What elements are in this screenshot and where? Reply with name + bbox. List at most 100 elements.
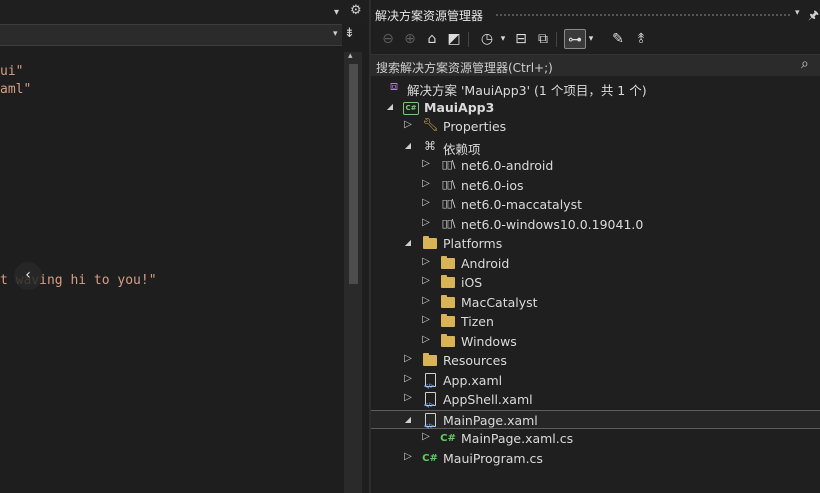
tree-item[interactable]: ▷ MacCatalyst (371, 293, 820, 313)
collapsed-chevron-icon[interactable]: ▷ (421, 197, 431, 208)
show-all-dropdown-icon[interactable]: ▾ (586, 29, 596, 49)
tree-item-label: Android (461, 255, 510, 271)
show-all-files-icon[interactable]: ⊶ (564, 29, 586, 49)
collapsed-chevron-icon[interactable]: ▷ (421, 217, 431, 228)
collapsed-chevron-icon[interactable]: ▷ (403, 353, 413, 364)
search-icon[interactable]: ⌕ (801, 56, 809, 72)
tree-item-label: AppShell.xaml (443, 392, 533, 407)
collapse-arrow-icon[interactable]: ‹ (14, 262, 42, 290)
code-line[interactable]: ui" (0, 64, 23, 79)
collapsed-chevron-icon[interactable]: ▷ (403, 392, 413, 403)
tree-item[interactable]: ▷ AppShell.xaml (371, 390, 820, 414)
tree-item-label: 依赖项 (443, 141, 481, 157)
window-position-dropdown-icon[interactable]: ▾ (795, 8, 800, 18)
csharp-file-icon: C# (422, 452, 438, 464)
tree-item[interactable]: ◢ MainPage.xaml (371, 409, 820, 435)
collapsed-chevron-icon[interactable]: ▷ (421, 275, 431, 286)
tree-item[interactable]: ▷ Resources (371, 351, 820, 371)
collapsed-chevron-icon[interactable]: ▷ (421, 256, 431, 267)
tree-item[interactable]: ▷ C# MainPage.xaml.cs (371, 429, 820, 449)
tree-item-label: MauiApp3 (424, 99, 495, 115)
collapsed-chevron-icon[interactable]: ▷ (403, 451, 413, 462)
preview-icon[interactable]: ⥉ (631, 29, 651, 49)
home-icon[interactable]: ⌂ (423, 29, 441, 49)
xaml-file-icon (422, 372, 438, 395)
expanded-chevron-icon[interactable]: ◢ (403, 141, 413, 150)
tree-item-label: net6.0-maccatalyst (461, 197, 582, 212)
tree-item-label: App.xaml (443, 372, 503, 388)
tree-item[interactable]: ⧈ 解决方案 'MauiApp3' (1 个项目，共 1 个) (371, 78, 820, 98)
csharp-project-icon: C# (403, 99, 419, 115)
history-icon[interactable]: ◷ (478, 29, 496, 49)
folder-icon (440, 294, 456, 310)
tree-item-label: MainPage.xaml.cs (461, 431, 574, 446)
history-dropdown-icon[interactable]: ▾ (498, 29, 508, 49)
navigation-bar-dropdown[interactable]: ▾ (0, 24, 342, 46)
tree-item-label: Properties (443, 119, 507, 134)
folder-icon (440, 333, 456, 349)
tree-item[interactable]: ▷ C# MauiProgram.cs (371, 449, 820, 469)
tree-item-label: MacCatalyst (461, 294, 538, 310)
tree-item-label: MainPage.xaml (443, 412, 538, 428)
tree-item[interactable]: ▷ ▯▯\ net6.0-windows10.0.19041.0 (371, 215, 820, 235)
tree-item[interactable]: ▷ iOS (371, 273, 820, 293)
expanded-chevron-icon[interactable]: ◢ (385, 102, 395, 111)
back-icon[interactable]: ⊖ (379, 29, 397, 49)
properties-wrench-icon[interactable]: ✎ (609, 29, 627, 49)
tree-item[interactable]: ◢ C# MauiApp3 (371, 98, 820, 118)
tree-item[interactable]: ▷ 🔧︎ Properties (371, 117, 820, 137)
tree-item-label: net6.0-windows10.0.19041.0 (461, 216, 644, 232)
search-input[interactable]: 搜索解决方案资源管理器(Ctrl+;) ⌕ (371, 54, 820, 76)
expanded-chevron-icon[interactable]: ◢ (403, 415, 413, 424)
framework-library-icon: ▯▯\ (441, 177, 456, 191)
properties-icon: 🔧︎ (422, 118, 439, 133)
tree-item[interactable]: ▷ Tizen (371, 312, 820, 332)
tree-item[interactable]: ▷ ▯▯\ net6.0-ios (371, 176, 820, 196)
tree-item[interactable]: ◢ Platforms (371, 234, 820, 254)
tree-item-label: Platforms (443, 236, 503, 251)
scroll-up-icon[interactable]: ▴ (348, 51, 353, 61)
tab-list-dropdown-icon[interactable]: ▾ (334, 7, 339, 18)
tree-item[interactable]: ▷ ▯▯\ net6.0-maccatalyst (371, 195, 820, 215)
folder-icon (440, 274, 456, 290)
dependencies-icon: ⌘ (424, 138, 436, 153)
tree-item-label: net6.0-ios (461, 177, 524, 193)
toolbar-separator (468, 32, 469, 47)
expanded-chevron-icon[interactable]: ◢ (403, 238, 413, 247)
collapsed-chevron-icon[interactable]: ▷ (421, 431, 431, 442)
tree-item-label: Resources (443, 353, 507, 368)
chevron-down-icon[interactable]: ▾ (333, 29, 338, 39)
split-editor-icon[interactable]: ⇟ (344, 26, 355, 41)
collapsed-chevron-icon[interactable]: ▷ (421, 334, 431, 345)
editor-tab-strip: ▾ ⚙ (0, 0, 370, 24)
tree-item[interactable]: ◢ ⌘ 依赖项 (371, 137, 820, 157)
forward-icon[interactable]: ⊕ (401, 29, 419, 49)
collapsed-chevron-icon[interactable]: ▷ (421, 314, 431, 325)
code-editor-pane[interactable]: ▾ ⚙ ▾ ⇟ ui" aml" t waving hi to you!" ‹ … (0, 0, 370, 493)
collapsed-chevron-icon[interactable]: ▷ (403, 373, 413, 384)
tree-item[interactable]: ▷ Windows (371, 332, 820, 352)
gear-icon[interactable]: ⚙ (350, 3, 362, 18)
solution-icon: ⧈ (389, 79, 399, 94)
code-line[interactable]: aml" (0, 82, 31, 97)
collapse-all-icon[interactable]: ⊟ (512, 29, 530, 49)
collapsed-chevron-icon[interactable]: ▷ (421, 178, 431, 189)
copy-pages-icon[interactable]: ⧉ (534, 29, 552, 49)
collapsed-chevron-icon[interactable]: ▷ (421, 158, 431, 169)
xaml-file-icon (422, 412, 438, 435)
collapsed-chevron-icon[interactable]: ▷ (421, 295, 431, 306)
panel-title-bar[interactable]: 解决方案资源管理器 ▾ 🖈︎ (371, 4, 820, 24)
drag-grip[interactable] (495, 13, 790, 18)
scrollbar-thumb[interactable] (349, 64, 358, 284)
xaml-file-icon (422, 391, 438, 414)
tree-item-label: Windows (461, 333, 517, 349)
framework-library-icon: ▯▯\ (441, 158, 456, 171)
collapsed-chevron-icon[interactable]: ▷ (403, 119, 413, 130)
vertical-scrollbar[interactable]: ▴ (344, 51, 362, 493)
tree-item-label: 解决方案 'MauiApp3' (1 个项目，共 1 个) (407, 83, 647, 98)
tree-item[interactable]: ▷ App.xaml (371, 371, 820, 395)
vs-switch-views-icon[interactable]: ◩ (445, 29, 463, 49)
tree-item[interactable]: ▷ ▯▯\ net6.0-android (371, 156, 820, 176)
pin-icon[interactable]: 🖈︎ (808, 6, 819, 27)
tree-item[interactable]: ▷ Android (371, 254, 820, 274)
